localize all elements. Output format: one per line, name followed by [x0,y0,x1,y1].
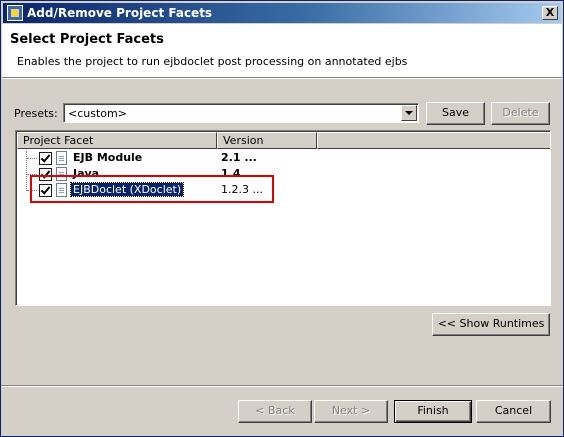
facet-version[interactable]: 2.1 ... [221,151,257,164]
presets-value: <custom> [68,107,127,120]
title-bar: Add/Remove Project Facets X [3,3,561,23]
save-preset-label: Save [441,106,469,119]
cancel-label: Cancel [494,404,533,417]
tree-connector [27,190,37,191]
facet-icon [56,167,67,181]
cancel-button[interactable]: Cancel [476,400,551,423]
facet-icon [56,183,67,197]
page-description: Enables the project to run ejbdoclet pos… [17,55,408,68]
show-runtimes-label: << Show Runtimes [437,317,545,330]
footer-divider [1,385,563,387]
presets-combo[interactable]: <custom> [63,103,419,123]
delete-preset-label: Delete [502,106,539,119]
page-title: Select Project Facets [10,32,164,47]
facet-name: EJBDoclet (XDoclet) [69,182,185,197]
eclipse-window-icon [7,5,23,21]
tree-connector [27,174,37,175]
table-row[interactable]: EJB Module 2.1 ... [17,150,550,166]
finish-label: Finish [417,404,449,417]
facet-icon [56,151,67,165]
table-row[interactable]: Java 1.4 ... [17,166,550,182]
finish-button[interactable]: Finish [394,400,472,423]
banner-divider [2,78,562,79]
chevron-down-icon[interactable] [401,105,417,121]
next-label: Next > [331,404,371,417]
facet-name: Java [73,167,100,180]
show-runtimes-button[interactable]: << Show Runtimes [432,313,550,336]
table-row[interactable]: EJBDoclet (XDoclet) 1.2.3 ... [17,182,550,198]
back-label: < Back [255,404,295,417]
close-button[interactable]: X [542,6,558,20]
facet-name: EJB Module [73,151,143,164]
column-header-facet[interactable]: Project Facet [17,132,217,149]
window-title: Add/Remove Project Facets [27,6,213,20]
add-remove-facets-dialog: Add/Remove Project Facets X Select Proje… [0,0,564,437]
facet-checkbox-ejbdoclet[interactable] [39,184,52,197]
presets-label: Presets: [14,107,58,120]
facet-version[interactable]: 1.2.3 ... [221,183,263,196]
next-button[interactable]: Next > [314,400,388,423]
facet-version[interactable]: 1.4 ... [221,167,257,180]
facets-table: Project Facet Version EJB Module 2.1 ...… [15,130,551,306]
facet-checkbox-ejb-module[interactable] [39,152,52,165]
tree-connector [27,158,37,159]
header-banner: Select Project Facets Enables the projec… [2,24,562,78]
table-header: Project Facet Version [17,132,550,149]
column-header-version[interactable]: Version [217,132,317,149]
facet-checkbox-java[interactable] [39,168,52,181]
column-header-filler [317,132,550,149]
delete-preset-button[interactable]: Delete [491,102,550,125]
back-button[interactable]: < Back [238,400,312,423]
save-preset-button[interactable]: Save [426,102,485,125]
